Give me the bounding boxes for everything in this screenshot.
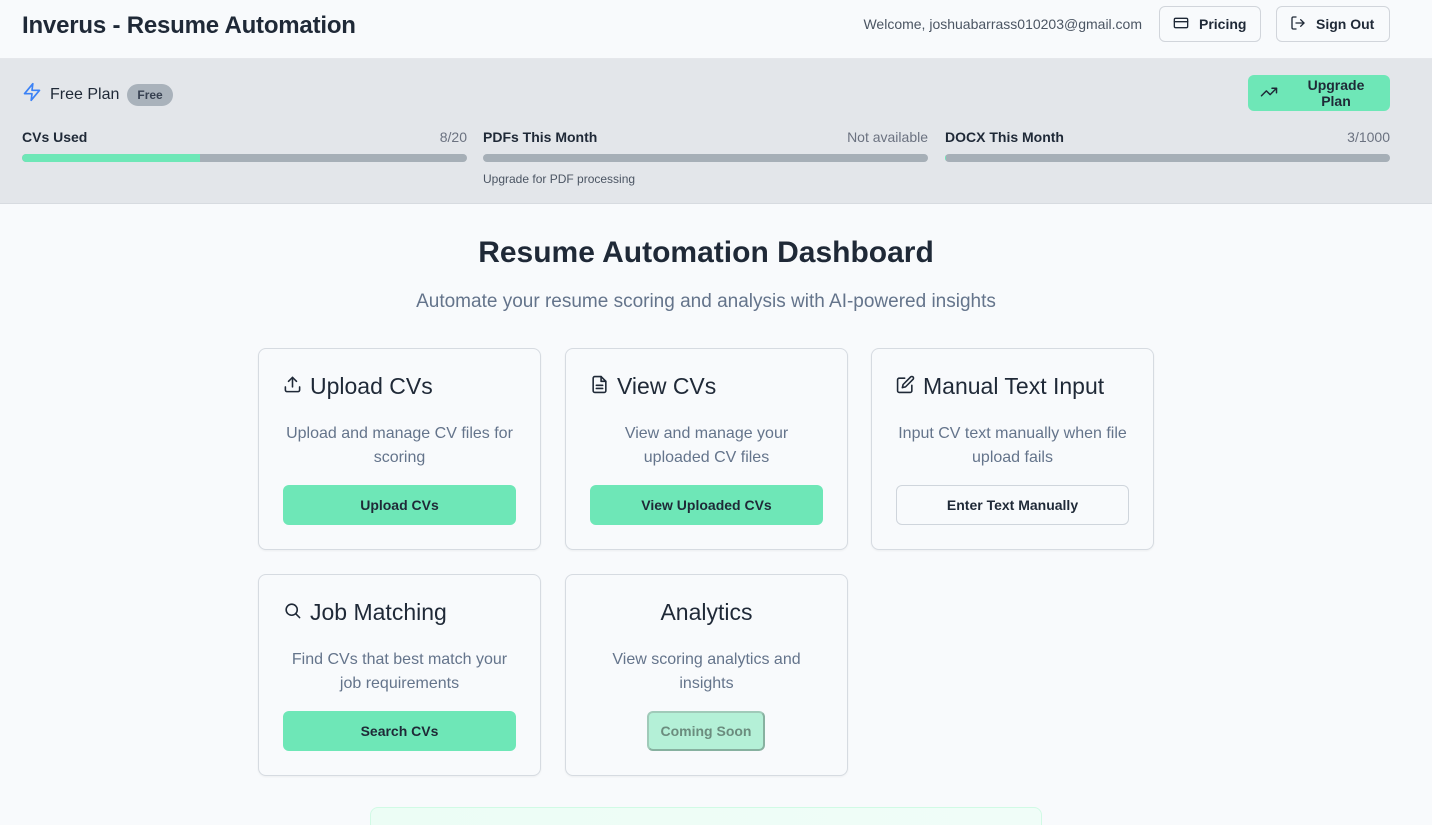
card-title: Job Matching xyxy=(283,599,447,626)
card-description: View scoring analytics and insights xyxy=(612,651,801,692)
meter-label: PDFs This Month xyxy=(483,129,598,145)
plan-usage-panel: Free Plan Free Upgrade Plan CVs Used 8/2… xyxy=(0,59,1432,204)
pricing-button[interactable]: Pricing xyxy=(1159,6,1261,42)
page-title: Resume Automation Dashboard xyxy=(478,236,934,269)
upload-cvs-button[interactable]: Upload CVs xyxy=(283,485,516,525)
card-description: Find CVs that best match your job requir… xyxy=(291,651,508,692)
credit-card-icon xyxy=(1173,15,1189,34)
upload-icon xyxy=(283,373,302,400)
meter-value: 8/20 xyxy=(439,129,467,145)
card-title-text: View CVs xyxy=(617,373,717,399)
meter-value: Not available xyxy=(847,129,928,145)
meter-cvs-used: CVs Used 8/20 xyxy=(22,129,467,162)
pricing-label: Pricing xyxy=(1199,16,1247,32)
progress-track xyxy=(22,154,467,162)
card-title: View CVs xyxy=(590,373,716,400)
page-subtitle: Automate your resume scoring and analysi… xyxy=(416,291,996,312)
coming-soon-button: Coming Soon xyxy=(647,711,765,751)
card-description: Input CV text manually when file upload … xyxy=(898,425,1127,466)
search-cvs-button[interactable]: Search CVs xyxy=(283,711,516,751)
card-title: Upload CVs xyxy=(283,373,433,400)
card-job-matching: Job Matching Find CVs that best match yo… xyxy=(258,574,541,776)
card-analytics: Analytics View scoring analytics and ins… xyxy=(565,574,848,776)
enter-text-manually-button[interactable]: Enter Text Manually xyxy=(896,485,1129,525)
meter-label: DOCX This Month xyxy=(945,129,1064,145)
card-title-text: Analytics xyxy=(660,599,753,625)
sign-out-label: Sign Out xyxy=(1316,16,1375,32)
edit-icon xyxy=(896,373,915,400)
plan-name: Free Plan xyxy=(50,85,120,103)
card-manual-text-input: Manual Text Input Input CV text manually… xyxy=(871,348,1154,550)
meter-label: CVs Used xyxy=(22,129,88,145)
progress-fill xyxy=(945,154,947,162)
app-title: Inverus - Resume Automation xyxy=(22,12,356,39)
progress-track xyxy=(945,154,1390,162)
meter-value: 3/1000 xyxy=(1347,129,1390,145)
plan-badge: Free xyxy=(127,83,173,106)
bottom-info-panel xyxy=(370,807,1042,825)
welcome-text: Welcome, joshuabarrass010203@gmail.com xyxy=(863,16,1142,32)
search-icon xyxy=(283,599,302,626)
meter-pdfs-this-month: PDFs This Month Not available Upgrade fo… xyxy=(483,129,928,186)
zap-icon xyxy=(22,82,42,107)
file-text-icon xyxy=(590,373,609,400)
card-title: Manual Text Input xyxy=(896,373,1104,400)
upgrade-plan-label: Upgrade Plan xyxy=(1307,77,1365,109)
trending-up-icon xyxy=(1260,83,1278,104)
card-view-cvs: View CVs View and manage your uploaded C… xyxy=(565,348,848,550)
top-navbar: Inverus - Resume Automation Welcome, jos… xyxy=(0,0,1432,59)
sign-out-button[interactable]: Sign Out xyxy=(1276,6,1390,42)
plan-header: Free Plan Free xyxy=(22,82,173,107)
card-title: Analytics xyxy=(566,599,847,626)
upgrade-plan-button[interactable]: Upgrade Plan xyxy=(1248,75,1390,111)
card-title-text: Manual Text Input xyxy=(923,373,1105,399)
progress-fill xyxy=(22,154,200,162)
card-title-text: Upload CVs xyxy=(310,373,433,399)
card-title-text: Job Matching xyxy=(310,599,447,625)
view-uploaded-cvs-button[interactable]: View Uploaded CVs xyxy=(590,485,823,525)
progress-track xyxy=(483,154,928,162)
card-upload-cvs: Upload CVs Upload and manage CV files fo… xyxy=(258,348,541,550)
card-description: Upload and manage CV files for scoring xyxy=(286,425,513,466)
log-out-icon xyxy=(1290,15,1306,34)
card-description: View and manage your uploaded CV files xyxy=(624,425,789,466)
meter-docx-this-month: DOCX This Month 3/1000 xyxy=(945,129,1390,162)
meter-note: Upgrade for PDF processing xyxy=(483,172,636,186)
